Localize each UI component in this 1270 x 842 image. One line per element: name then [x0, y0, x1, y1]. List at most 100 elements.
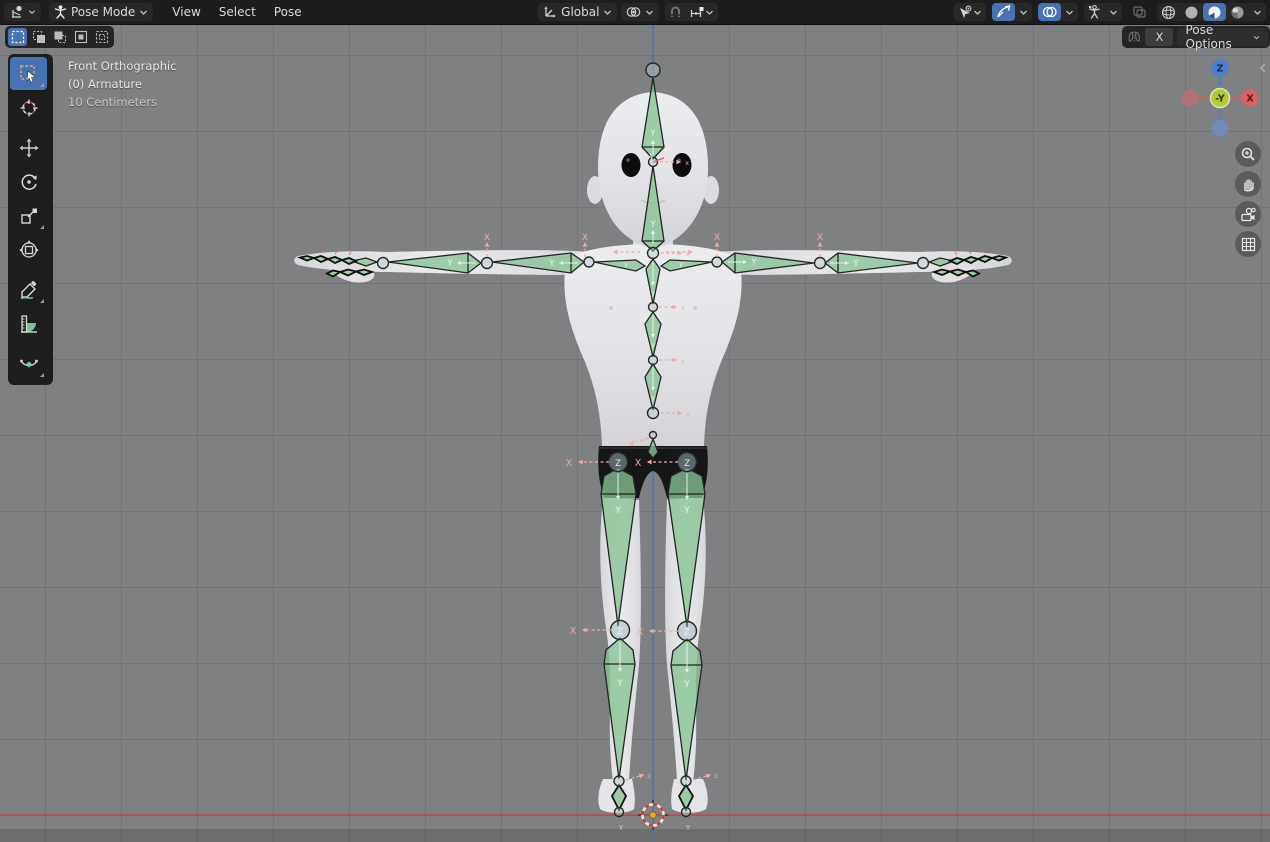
shading-dropdown[interactable] — [1249, 3, 1266, 21]
gizmos-dropdown[interactable] — [1015, 3, 1032, 21]
solid-sphere-icon — [1184, 5, 1199, 20]
shading-wireframe[interactable] — [1157, 3, 1180, 21]
gizmo-front-label: -Y — [1215, 94, 1225, 105]
3d-viewport-editor-icon — [9, 5, 24, 19]
transform-icon — [19, 240, 39, 260]
xray-toggle[interactable] — [1128, 3, 1151, 21]
rotate-icon — [19, 172, 39, 192]
toolbar — [8, 54, 53, 385]
transform-orientation-dropdown[interactable]: Global — [538, 3, 617, 21]
select-mode-extend[interactable] — [29, 28, 48, 46]
blender-window: X X X X X X X X x x x x x z z Y Y y y y … — [0, 0, 1270, 842]
shading-material-preview[interactable] — [1203, 3, 1226, 21]
shading-rendered[interactable] — [1226, 3, 1249, 21]
ortho-persp-toggle-button[interactable] — [1235, 231, 1261, 257]
select-mode-subtract[interactable] — [50, 28, 69, 46]
shading-solid[interactable] — [1180, 3, 1203, 21]
menu-select[interactable]: Select — [210, 0, 265, 24]
active-object-label: (0) Armature — [68, 75, 177, 93]
magnet-icon — [669, 6, 682, 19]
below-floor-shade — [0, 829, 1270, 842]
wireframe-sphere-icon — [1161, 5, 1176, 20]
camera-view-button[interactable] — [1235, 201, 1261, 227]
hand-icon — [1241, 177, 1256, 192]
tool-cursor[interactable] — [10, 91, 47, 124]
snap-settings-dropdown[interactable] — [686, 3, 718, 21]
grid-scale-label: 10 Centimeters — [68, 93, 177, 111]
3d-viewport[interactable] — [0, 24, 1270, 842]
gizmo-icon — [996, 5, 1011, 19]
pose-options-dropdown[interactable]: Pose Options — [1177, 28, 1268, 46]
region-collapse-icon[interactable] — [1258, 62, 1268, 74]
gizmo-x-label: X — [1246, 94, 1254, 105]
object-visibility-group — [954, 3, 986, 21]
armature-figure-icon — [1088, 5, 1101, 19]
measure-icon — [19, 314, 39, 334]
mirror-x-icon[interactable] — [1127, 29, 1141, 45]
orientation-axes-icon — [543, 5, 557, 19]
pose-xray-group — [1084, 3, 1122, 21]
viewport-header: Pose Mode View Select Pose Global — [0, 0, 1270, 25]
breakdowner-icon — [19, 354, 39, 374]
menu-pose[interactable]: Pose — [265, 0, 311, 24]
editor-type-button[interactable] — [4, 3, 41, 21]
orientation-label: Global — [561, 5, 599, 19]
tool-transform[interactable] — [10, 233, 47, 266]
chevron-down-icon — [1065, 9, 1074, 16]
object-types-visibility-dropdown[interactable] — [954, 3, 986, 21]
grid-icon — [1241, 237, 1256, 252]
chevron-down-icon — [705, 9, 714, 16]
gizmo-z-label: Z — [1217, 64, 1224, 75]
pivot-point-dropdown[interactable] — [621, 3, 659, 21]
scale-icon — [19, 206, 39, 226]
pan-button[interactable] — [1235, 171, 1261, 197]
tool-scale[interactable] — [10, 199, 47, 232]
show-gizmos-toggle[interactable] — [992, 3, 1015, 21]
view-name-label: Front Orthographic — [68, 57, 177, 75]
shading-group — [1157, 3, 1266, 21]
tool-pose-breakdowner[interactable] — [10, 347, 47, 380]
xray-icon — [1132, 5, 1147, 19]
pose-options-cluster: X Pose Options — [1122, 26, 1270, 48]
chevron-down-icon — [603, 9, 612, 16]
tool-measure[interactable] — [10, 307, 47, 340]
chevron-down-icon — [139, 9, 148, 16]
chevron-down-icon — [1019, 9, 1028, 16]
select-mode-invert[interactable] — [71, 28, 90, 46]
mode-selector[interactable]: Pose Mode — [49, 3, 153, 21]
pose-options-label: Pose Options — [1185, 23, 1246, 51]
gizmo-neg-x-ball[interactable] — [1182, 90, 1199, 107]
menu-view[interactable]: View — [163, 0, 209, 24]
select-mode-intersect[interactable] — [92, 28, 111, 46]
gizmos-group — [992, 3, 1032, 21]
gizmo-neg-z-ball[interactable] — [1212, 120, 1229, 137]
chevron-down-icon — [1253, 34, 1260, 41]
select-box-icon — [19, 64, 39, 84]
rendered-sphere-icon — [1230, 5, 1245, 20]
camera-icon — [1240, 207, 1257, 222]
navigation-gizmo[interactable]: Z X -Y — [1180, 58, 1260, 138]
mirror-x-button[interactable]: X — [1145, 28, 1173, 46]
tool-rotate[interactable] — [10, 165, 47, 198]
move-icon — [19, 138, 39, 158]
viewport-overlay-text: Front Orthographic (0) Armature 10 Centi… — [68, 57, 177, 111]
pose-mode-icon — [54, 5, 67, 19]
zoom-button[interactable] — [1235, 141, 1261, 167]
magnifier-plus-icon — [1240, 146, 1256, 162]
overlays-icon — [1042, 5, 1057, 19]
armature-display-dropdown[interactable] — [1105, 3, 1122, 21]
select-mode-set[interactable] — [8, 28, 27, 46]
tool-annotate[interactable] — [10, 273, 47, 306]
show-overlays-toggle[interactable] — [1038, 3, 1061, 21]
annotate-pencil-icon — [19, 280, 39, 300]
chevron-down-icon — [973, 9, 982, 16]
chevron-down-icon — [28, 9, 36, 15]
snap-increment-icon — [690, 6, 705, 19]
chevron-down-icon — [1253, 9, 1262, 16]
overlays-dropdown[interactable] — [1061, 3, 1078, 21]
armature-display-toggle[interactable] — [1084, 3, 1105, 21]
select-mode-cluster — [5, 26, 114, 48]
tool-select-box[interactable] — [10, 57, 47, 90]
snap-toggle[interactable] — [665, 3, 686, 21]
tool-move[interactable] — [10, 131, 47, 164]
